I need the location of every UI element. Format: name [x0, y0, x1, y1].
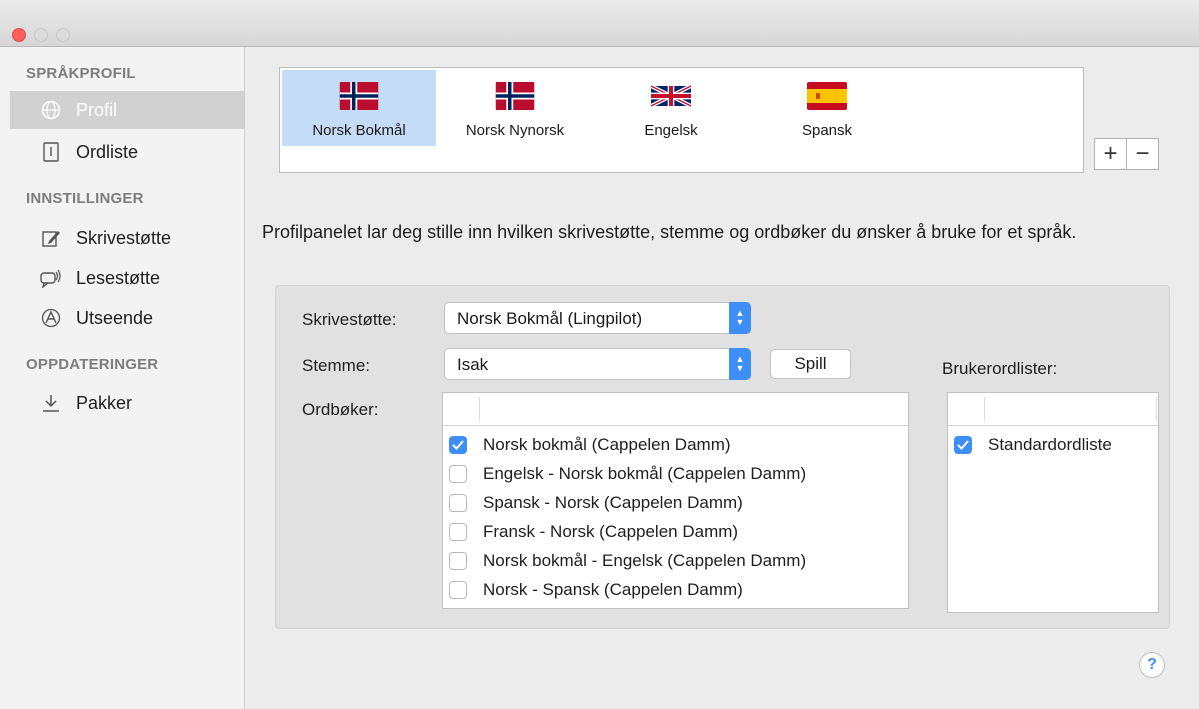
- language-tile-engelsk[interactable]: Engelsk: [594, 70, 748, 146]
- table-row[interactable]: Norsk bokmål (Cappelen Damm): [449, 430, 731, 460]
- globe-icon: [40, 99, 62, 121]
- table-row[interactable]: Engelsk - Norsk bokmål (Cappelen Damm): [449, 459, 806, 489]
- language-tile-norsk-nynorsk[interactable]: Norsk Nynorsk: [438, 70, 592, 146]
- dictionary-name: Norsk bokmål - Engelsk (Cappelen Damm): [483, 551, 807, 570]
- add-language-button[interactable]: +: [1095, 139, 1126, 169]
- uk-flag-icon: [651, 82, 691, 110]
- minimize-window-button[interactable]: [34, 28, 48, 42]
- table-row[interactable]: Fransk - Norsk (Cappelen Damm): [449, 517, 738, 547]
- writing-support-select[interactable]: Norsk Bokmål (Lingpilot) ▲ ▼: [444, 302, 751, 334]
- checkbox[interactable]: [449, 494, 467, 512]
- sidebar-item-pakker[interactable]: Pakker: [10, 384, 244, 422]
- dictionary-name: Norsk bokmål (Cappelen Damm): [483, 435, 731, 454]
- speech-icon: [40, 267, 62, 289]
- preferences-window: SPRÅKPROFIL Profil Ordliste INNSTILLINGE…: [0, 0, 1199, 709]
- section-header-innstillinger: INNSTILLINGER: [26, 190, 144, 207]
- checkbox[interactable]: [449, 552, 467, 570]
- language-name: Spansk: [801, 122, 853, 139]
- table-row[interactable]: Norsk - Spansk (Cappelen Damm): [449, 575, 743, 605]
- book-icon: [40, 141, 62, 163]
- help-button[interactable]: ?: [1139, 652, 1165, 678]
- voice-label: Stemme:: [302, 356, 371, 375]
- voice-select[interactable]: Isak ▲ ▼: [444, 348, 751, 380]
- language-list: Norsk Bokmål Norsk Nynorsk Engelsk Spans…: [279, 67, 1084, 173]
- checkbox-checked[interactable]: [954, 436, 972, 454]
- table-header: [948, 393, 1158, 426]
- sidebar-item-label: Pakker: [76, 392, 133, 413]
- column-divider: [984, 397, 985, 421]
- checkbox[interactable]: [449, 523, 467, 541]
- sidebar-item-label: Utseende: [76, 307, 154, 328]
- dictionaries-label: Ordbøker:: [302, 400, 379, 419]
- checkbox-checked[interactable]: [449, 436, 467, 454]
- table-row[interactable]: Spansk - Norsk (Cappelen Damm): [449, 488, 743, 518]
- download-icon: [40, 392, 62, 414]
- language-name: Engelsk: [644, 122, 698, 139]
- close-window-button[interactable]: [12, 28, 26, 42]
- checkbox[interactable]: [449, 465, 467, 483]
- sidebar-item-label: Skrivestøtte: [76, 227, 172, 248]
- table-header: [443, 393, 908, 426]
- column-divider: [479, 397, 480, 421]
- dictionaries-table: Norsk bokmål (Cappelen Damm) Engelsk - N…: [442, 392, 909, 609]
- wordlist-name: Standardordliste: [988, 435, 1112, 454]
- dictionary-name: Fransk - Norsk (Cappelen Damm): [483, 522, 739, 541]
- pencil-icon: [40, 227, 62, 249]
- language-name: Norsk Bokmål: [312, 122, 406, 139]
- norway-flag-icon: [495, 82, 535, 110]
- sidebar-item-profil[interactable]: Profil: [10, 91, 244, 129]
- column-divider: [1156, 397, 1157, 421]
- profile-settings-box: Skrivestøtte: Norsk Bokmål (Lingpilot) ▲…: [275, 285, 1170, 629]
- section-header-sprakprofil: SPRÅKPROFIL: [26, 65, 136, 82]
- chevron-updown-icon: ▲ ▼: [729, 302, 751, 334]
- table-row[interactable]: Standardordliste: [954, 430, 1112, 460]
- language-list-controls: + −: [1094, 138, 1159, 170]
- sidebar-item-ordliste[interactable]: Ordliste: [10, 133, 244, 171]
- dictionary-name: Engelsk - Norsk bokmål (Cappelen Damm): [483, 464, 807, 483]
- writing-support-label: Skrivestøtte:: [302, 310, 397, 329]
- dictionary-name: Spansk - Norsk (Cappelen Damm): [483, 493, 743, 512]
- user-wordlists-table: Standardordliste: [947, 392, 1159, 613]
- play-voice-button[interactable]: Spill: [770, 349, 851, 379]
- norway-flag-icon: [339, 82, 379, 110]
- appearance-icon: [40, 307, 62, 329]
- language-tile-spansk[interactable]: Spansk: [750, 70, 904, 146]
- table-row[interactable]: Norsk bokmål - Engelsk (Cappelen Damm): [449, 546, 806, 576]
- sidebar-item-lesestotte[interactable]: Lesestøtte: [10, 259, 244, 297]
- title-bar: [0, 0, 1199, 47]
- profile-description: Profilpanelet lar deg stille inn hvilken…: [262, 222, 1077, 242]
- sidebar-item-utseende[interactable]: Utseende: [10, 299, 244, 337]
- checkbox[interactable]: [449, 581, 467, 599]
- zoom-window-button[interactable]: [56, 28, 70, 42]
- writing-support-value: Norsk Bokmål (Lingpilot): [457, 309, 643, 328]
- section-header-oppdateringer: OPPDATERINGER: [26, 356, 159, 373]
- language-tile-norsk-bokmal[interactable]: Norsk Bokmål: [282, 70, 436, 146]
- sidebar-item-label: Ordliste: [76, 141, 139, 162]
- remove-language-button[interactable]: −: [1127, 139, 1158, 169]
- user-wordlists-label: Brukerordlister:: [942, 359, 1058, 378]
- sidebar-item-skrivestotte[interactable]: Skrivestøtte: [10, 219, 244, 257]
- chevron-updown-icon: ▲ ▼: [729, 348, 751, 380]
- sidebar: SPRÅKPROFIL Profil Ordliste INNSTILLINGE…: [0, 47, 245, 709]
- sidebar-item-label: Profil: [76, 99, 118, 120]
- profile-panel: Norsk Bokmål Norsk Nynorsk Engelsk Spans…: [245, 47, 1199, 709]
- sidebar-item-label: Lesestøtte: [76, 267, 161, 288]
- spain-flag-icon: [807, 82, 847, 110]
- language-name: Norsk Nynorsk: [465, 122, 565, 139]
- dictionary-name: Norsk - Spansk (Cappelen Damm): [483, 580, 743, 599]
- voice-value: Isak: [457, 355, 489, 374]
